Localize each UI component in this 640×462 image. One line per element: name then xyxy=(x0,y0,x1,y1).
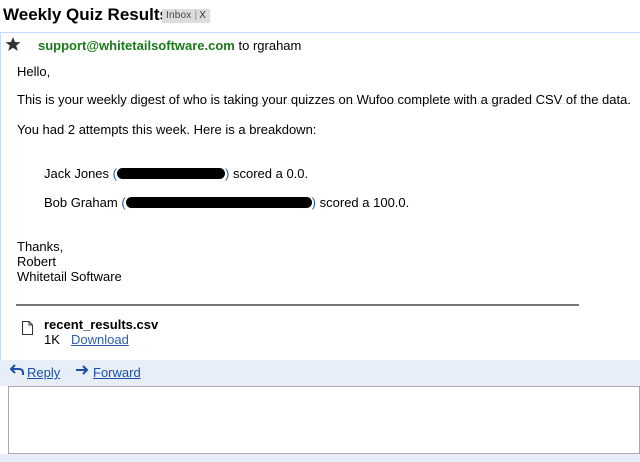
quick-reply-box[interactable] xyxy=(8,386,640,454)
signoff-company: Whitetail Software xyxy=(17,269,122,284)
message-header: Weekly Quiz Results Inbox | X xyxy=(0,0,640,32)
inbox-label-text: Inbox xyxy=(166,10,192,21)
attachment-size: 1K xyxy=(44,332,60,347)
attachment-divider xyxy=(16,304,579,306)
remove-label-button[interactable]: X xyxy=(199,10,206,21)
reply-area-footer xyxy=(0,454,640,462)
result-name: Bob Graham xyxy=(44,195,118,210)
result-score: scored a 0.0. xyxy=(232,166,309,181)
redacted-email-link[interactable]: () xyxy=(113,166,230,181)
attachment-filename: recent_results.csv xyxy=(44,317,159,332)
redacted-email-link[interactable]: () xyxy=(121,195,316,210)
download-link[interactable]: Download xyxy=(71,332,129,347)
reply-arrow-icon[interactable] xyxy=(10,364,24,376)
forward-link[interactable]: Forward xyxy=(93,365,141,380)
attempts-text: You had 2 attempts this week. Here is a … xyxy=(17,122,317,137)
label-separator: | xyxy=(194,10,198,21)
message-subject: Weekly Quiz Results xyxy=(3,5,169,24)
recipient-text: to rgraham xyxy=(238,38,302,53)
reply-link[interactable]: Reply xyxy=(27,365,60,380)
signoff-name: Robert xyxy=(17,254,57,269)
result-row: Bob Graham () scored a 100.0. xyxy=(44,195,409,210)
forward-arrow-icon[interactable] xyxy=(75,364,89,376)
greeting: Hello, xyxy=(17,64,51,79)
sender-line: support@whitetailsoftware.com to rgraham xyxy=(38,38,301,53)
reply-bar: Reply Forward xyxy=(0,360,640,386)
result-score: scored a 100.0. xyxy=(319,195,410,210)
star-icon[interactable] xyxy=(5,36,21,52)
result-name: Jack Jones xyxy=(44,166,110,181)
inbox-label[interactable]: Inbox | X xyxy=(162,9,211,23)
sender-address[interactable]: support@whitetailsoftware.com xyxy=(38,38,235,53)
signoff-thanks: Thanks, xyxy=(17,239,64,254)
file-icon xyxy=(22,321,33,335)
intro-text: This is your weekly digest of who is tak… xyxy=(17,92,631,107)
result-row: Jack Jones () scored a 0.0. xyxy=(44,166,308,181)
